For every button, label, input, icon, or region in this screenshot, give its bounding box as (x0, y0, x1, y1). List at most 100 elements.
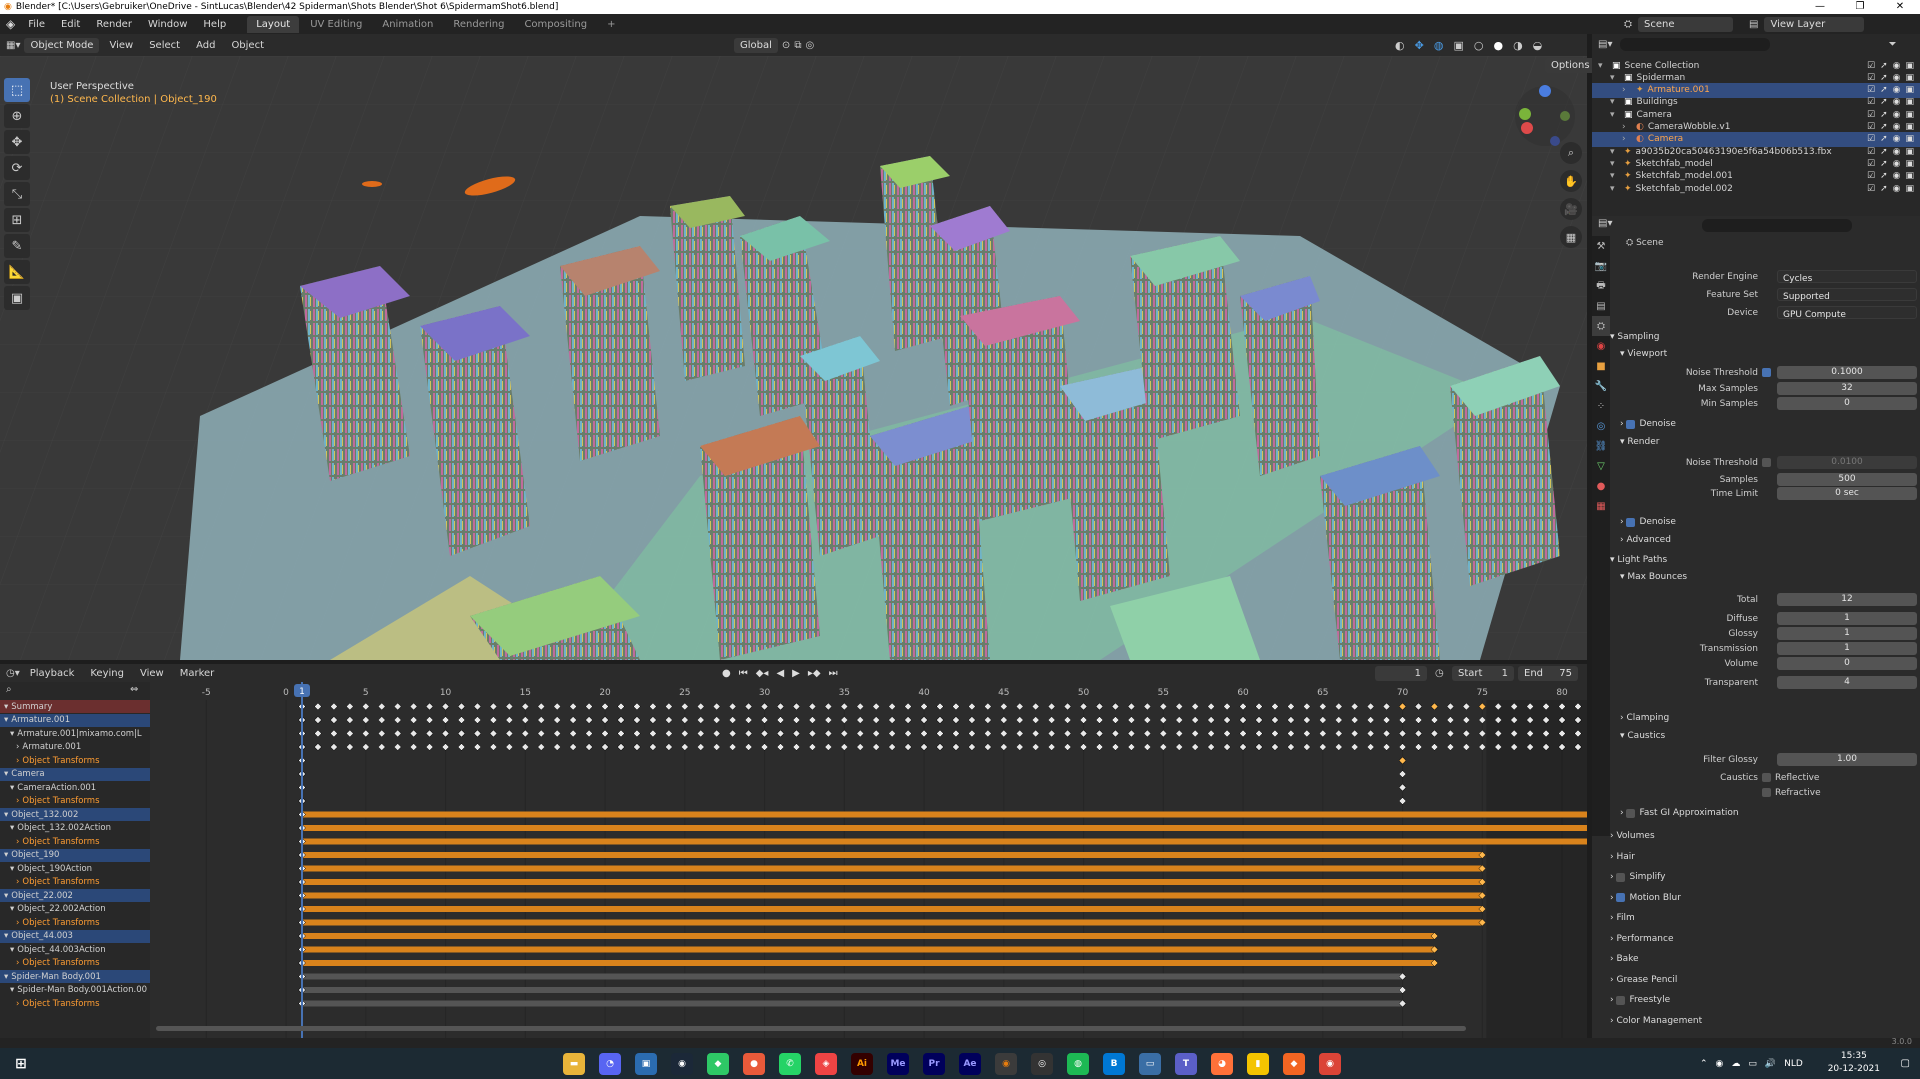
visibility-icon[interactable]: ◐ (1395, 39, 1405, 52)
bounces-glossy-field[interactable]: 1 (1777, 627, 1917, 640)
add-cube-icon[interactable]: ▣ (4, 286, 30, 310)
selectable-arrow-icon[interactable]: ➚ (1880, 97, 1888, 107)
selectable-arrow-icon[interactable]: ➚ (1880, 85, 1888, 95)
refractive-checkbox[interactable] (1762, 787, 1771, 797)
discord-icon[interactable]: ◔ (599, 1052, 621, 1075)
expand-arrow-icon[interactable]: ▾ (1610, 97, 1620, 107)
render-camera-icon[interactable]: ▣ (1905, 73, 1914, 83)
menu-playback[interactable]: Playback (24, 666, 81, 681)
snap-icon[interactable]: ⧉ (794, 40, 801, 51)
exclude-checkbox-icon[interactable]: ☑ (1867, 184, 1875, 194)
steam-icon[interactable]: ◉ (671, 1052, 693, 1075)
exclude-checkbox-icon[interactable]: ☑ (1867, 85, 1875, 95)
tray-expand-icon[interactable]: ⌃ (1700, 1059, 1708, 1069)
menu-object[interactable]: Object (225, 38, 270, 53)
channel-arrow-icon[interactable]: › (16, 958, 19, 968)
move-icon[interactable]: ✥ (4, 130, 30, 154)
dopesheet-keyframes[interactable]: -5 0 5 10 15 20 25 30 35 40 45 50 55 60 65 70 75 80 1 (0, 682, 1587, 1038)
transform-orientation[interactable]: Global (734, 37, 778, 53)
expand-arrow-icon[interactable]: ▾ (1610, 184, 1620, 194)
sticky-notes-icon[interactable]: ▮ (1247, 1052, 1269, 1075)
proportional-edit-icon[interactable]: ◎ (805, 40, 814, 51)
menu-file[interactable]: File (21, 17, 52, 32)
channel-obj[interactable]: ▾ Object_22.002 (0, 889, 150, 902)
section-checkbox[interactable] (1616, 893, 1626, 902)
grid-view-icon[interactable]: ▦ (1560, 226, 1582, 248)
render-denoise-checkbox[interactable] (1626, 517, 1636, 527)
scale-icon[interactable]: ⤡ (4, 182, 30, 206)
xray-icon[interactable]: ▣ (1453, 39, 1463, 52)
eye-icon[interactable]: ◉ (1893, 122, 1901, 132)
channel-arrow-icon[interactable]: › (16, 742, 19, 752)
channel-arrow-icon[interactable]: ▾ (10, 864, 14, 874)
expand-arrow-icon[interactable]: ▾ (1610, 147, 1620, 157)
eye-icon[interactable]: ◉ (1893, 147, 1901, 157)
render-camera-icon[interactable]: ▣ (1905, 85, 1914, 95)
render-subsection[interactable]: ▾ Render (1620, 434, 1920, 450)
channel-tr[interactable]: › Object Transforms (0, 795, 150, 808)
close-button[interactable]: ✕ (1880, 0, 1920, 14)
app-icon-9[interactable]: ◆ (1283, 1052, 1305, 1075)
illustrator-icon[interactable]: Ai (851, 1052, 873, 1075)
exclude-checkbox-icon[interactable]: ☑ (1867, 110, 1875, 120)
selectable-arrow-icon[interactable]: ➚ (1880, 159, 1888, 169)
firefox-icon[interactable]: ◕ (1211, 1052, 1233, 1075)
overlay-toggle-icon[interactable]: ◍ (1434, 39, 1444, 52)
channel-arrow-icon[interactable]: ▾ (10, 985, 14, 995)
teams-icon[interactable]: T (1175, 1052, 1197, 1075)
media-encoder-icon[interactable]: Me (887, 1052, 909, 1075)
app-icon-3[interactable]: ● (743, 1052, 765, 1075)
chrome-icon[interactable]: ◉ (1319, 1052, 1341, 1075)
app-icon-6[interactable]: ◍ (1067, 1052, 1089, 1075)
3d-viewport[interactable] (0, 56, 1587, 660)
eye-icon[interactable]: ◉ (1893, 110, 1901, 120)
section-performance[interactable]: › Performance (1610, 931, 1920, 947)
whatsapp-icon[interactable]: ✆ (779, 1052, 801, 1075)
refractive-option[interactable]: Refractive (1762, 787, 1821, 798)
render-camera-icon[interactable]: ▣ (1905, 147, 1914, 157)
expand-arrow-icon[interactable]: › (1622, 85, 1632, 95)
channel-act[interactable]: ▾ Spider-Man Body.001Action.00 (0, 984, 150, 997)
notification-icon[interactable]: ▢ (1901, 1058, 1910, 1069)
camera-view-icon[interactable]: 🎥 (1560, 198, 1582, 220)
section-checkbox[interactable] (1616, 872, 1626, 882)
channel-tr[interactable]: › Object Transforms (0, 876, 150, 889)
channel-tr[interactable]: › Object Transforms (0, 835, 150, 848)
channel-act[interactable]: ▾ Object_44.003Action (0, 943, 150, 956)
channel-arrow-icon[interactable]: ▾ (4, 850, 8, 860)
expand-arrow-icon[interactable]: ▾ (1610, 171, 1620, 181)
menu-select[interactable]: Select (143, 38, 186, 53)
bounces-transparent-field[interactable]: 4 (1777, 676, 1917, 689)
section-simplify[interactable]: › Simplify (1610, 869, 1920, 885)
sampling-section[interactable]: ▾ Sampling (1610, 329, 1920, 345)
render-camera-icon[interactable]: ▣ (1905, 61, 1914, 71)
viewport-denoise-checkbox[interactable] (1626, 419, 1636, 429)
channel-act[interactable]: ▾ Object_132.002Action (0, 822, 150, 835)
reflective-checkbox[interactable] (1762, 772, 1771, 782)
shading-solid-icon[interactable]: ● (1493, 39, 1503, 52)
bounces-total-field[interactable]: 12 (1777, 593, 1917, 606)
app-icon-1[interactable]: ▣ (635, 1052, 657, 1075)
outliner-search-input[interactable] (1620, 38, 1771, 51)
channel-arrow-icon[interactable]: ▾ (4, 931, 8, 941)
max-bounces-section[interactable]: ▾ Max Bounces (1620, 569, 1920, 585)
cursor-icon[interactable]: ⊕ (4, 104, 30, 128)
selectable-arrow-icon[interactable]: ➚ (1880, 73, 1888, 83)
channel-arrow-icon[interactable]: ▾ (4, 769, 8, 779)
selectable-arrow-icon[interactable]: ➚ (1880, 171, 1888, 181)
section-grease-pencil[interactable]: › Grease Pencil (1610, 972, 1920, 988)
outliner-type-icon[interactable]: ▤▾ (1598, 39, 1612, 50)
selectable-arrow-icon[interactable]: ➚ (1880, 184, 1888, 194)
channel-arrow-icon[interactable]: ▾ (10, 904, 14, 914)
section-checkbox[interactable] (1616, 995, 1626, 1005)
scene-selector[interactable]: Scene (1638, 16, 1733, 32)
app-icon-5[interactable]: ◎ (1031, 1052, 1053, 1075)
device-dropdown[interactable]: GPU Compute (1777, 306, 1917, 320)
select-box-icon[interactable]: ⬚ (4, 78, 30, 102)
options-button[interactable]: Options (1545, 58, 1596, 73)
bounces-diffuse-field[interactable]: 1 (1777, 612, 1917, 625)
expand-arrow-icon[interactable]: ▾ (1598, 61, 1608, 71)
render-camera-icon[interactable]: ▣ (1905, 110, 1914, 120)
render-camera-icon[interactable]: ▣ (1905, 122, 1914, 132)
language-indicator[interactable]: NLD (1784, 1059, 1803, 1069)
